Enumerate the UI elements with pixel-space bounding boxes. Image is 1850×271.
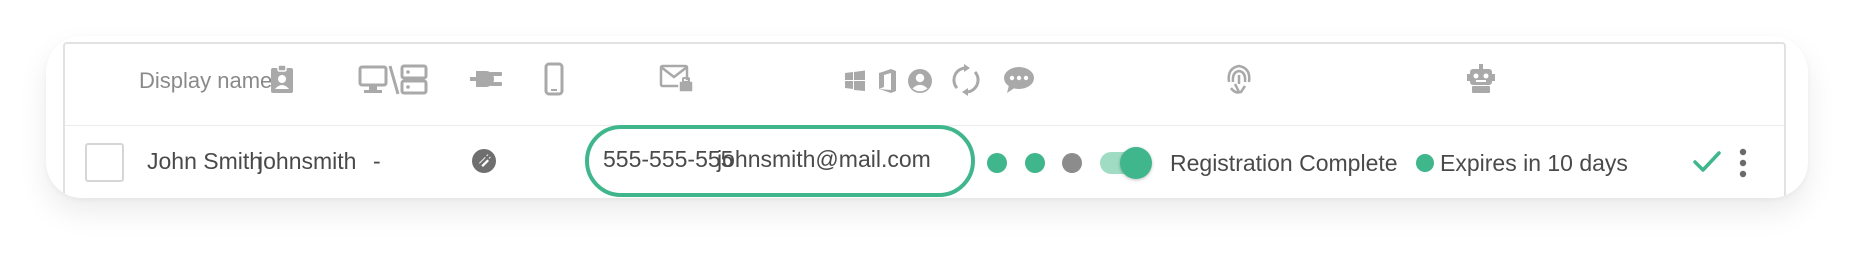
windows-status-dot [987,153,1007,173]
user-circle-icon [907,68,933,94]
biometric-icon [1225,62,1253,96]
chat-icon [1003,66,1035,94]
display-name-header[interactable]: Display name [139,68,272,94]
email-cell: johnsmith@mail.com [717,146,931,172]
user-status-dot [1062,153,1082,173]
device-server-icon [358,64,428,96]
expiry-status-dot [1416,154,1434,172]
username-cell: johnsmith [258,148,357,174]
device-cell: - [373,148,381,174]
expiry-text: Expires in 10 days [1440,150,1628,176]
contact-badge-icon [270,64,294,94]
mobile-phone-icon [544,62,564,96]
sync-toggle[interactable] [1098,146,1154,180]
toggle-knob [1120,147,1152,179]
registration-status: Registration Complete [1170,150,1398,176]
windows-icon [844,70,866,92]
display-name-cell: John Smith [147,148,263,174]
row-select-checkbox[interactable] [85,143,124,182]
mail-briefcase-icon [659,64,695,94]
contact-highlight: 555-555-555 johnsmith@mail.com [585,125,975,197]
phone-cell: 555-555-555 [603,146,734,172]
robot-icon [1466,64,1496,94]
no-plug-icon [471,148,497,174]
sync-icon [952,64,980,96]
plug-icon [468,66,504,92]
office-icon [876,68,898,94]
table-header: Display name [65,44,1784,126]
more-options-icon[interactable] [1738,148,1748,178]
check-icon [1693,150,1721,174]
office-status-dot [1025,153,1045,173]
